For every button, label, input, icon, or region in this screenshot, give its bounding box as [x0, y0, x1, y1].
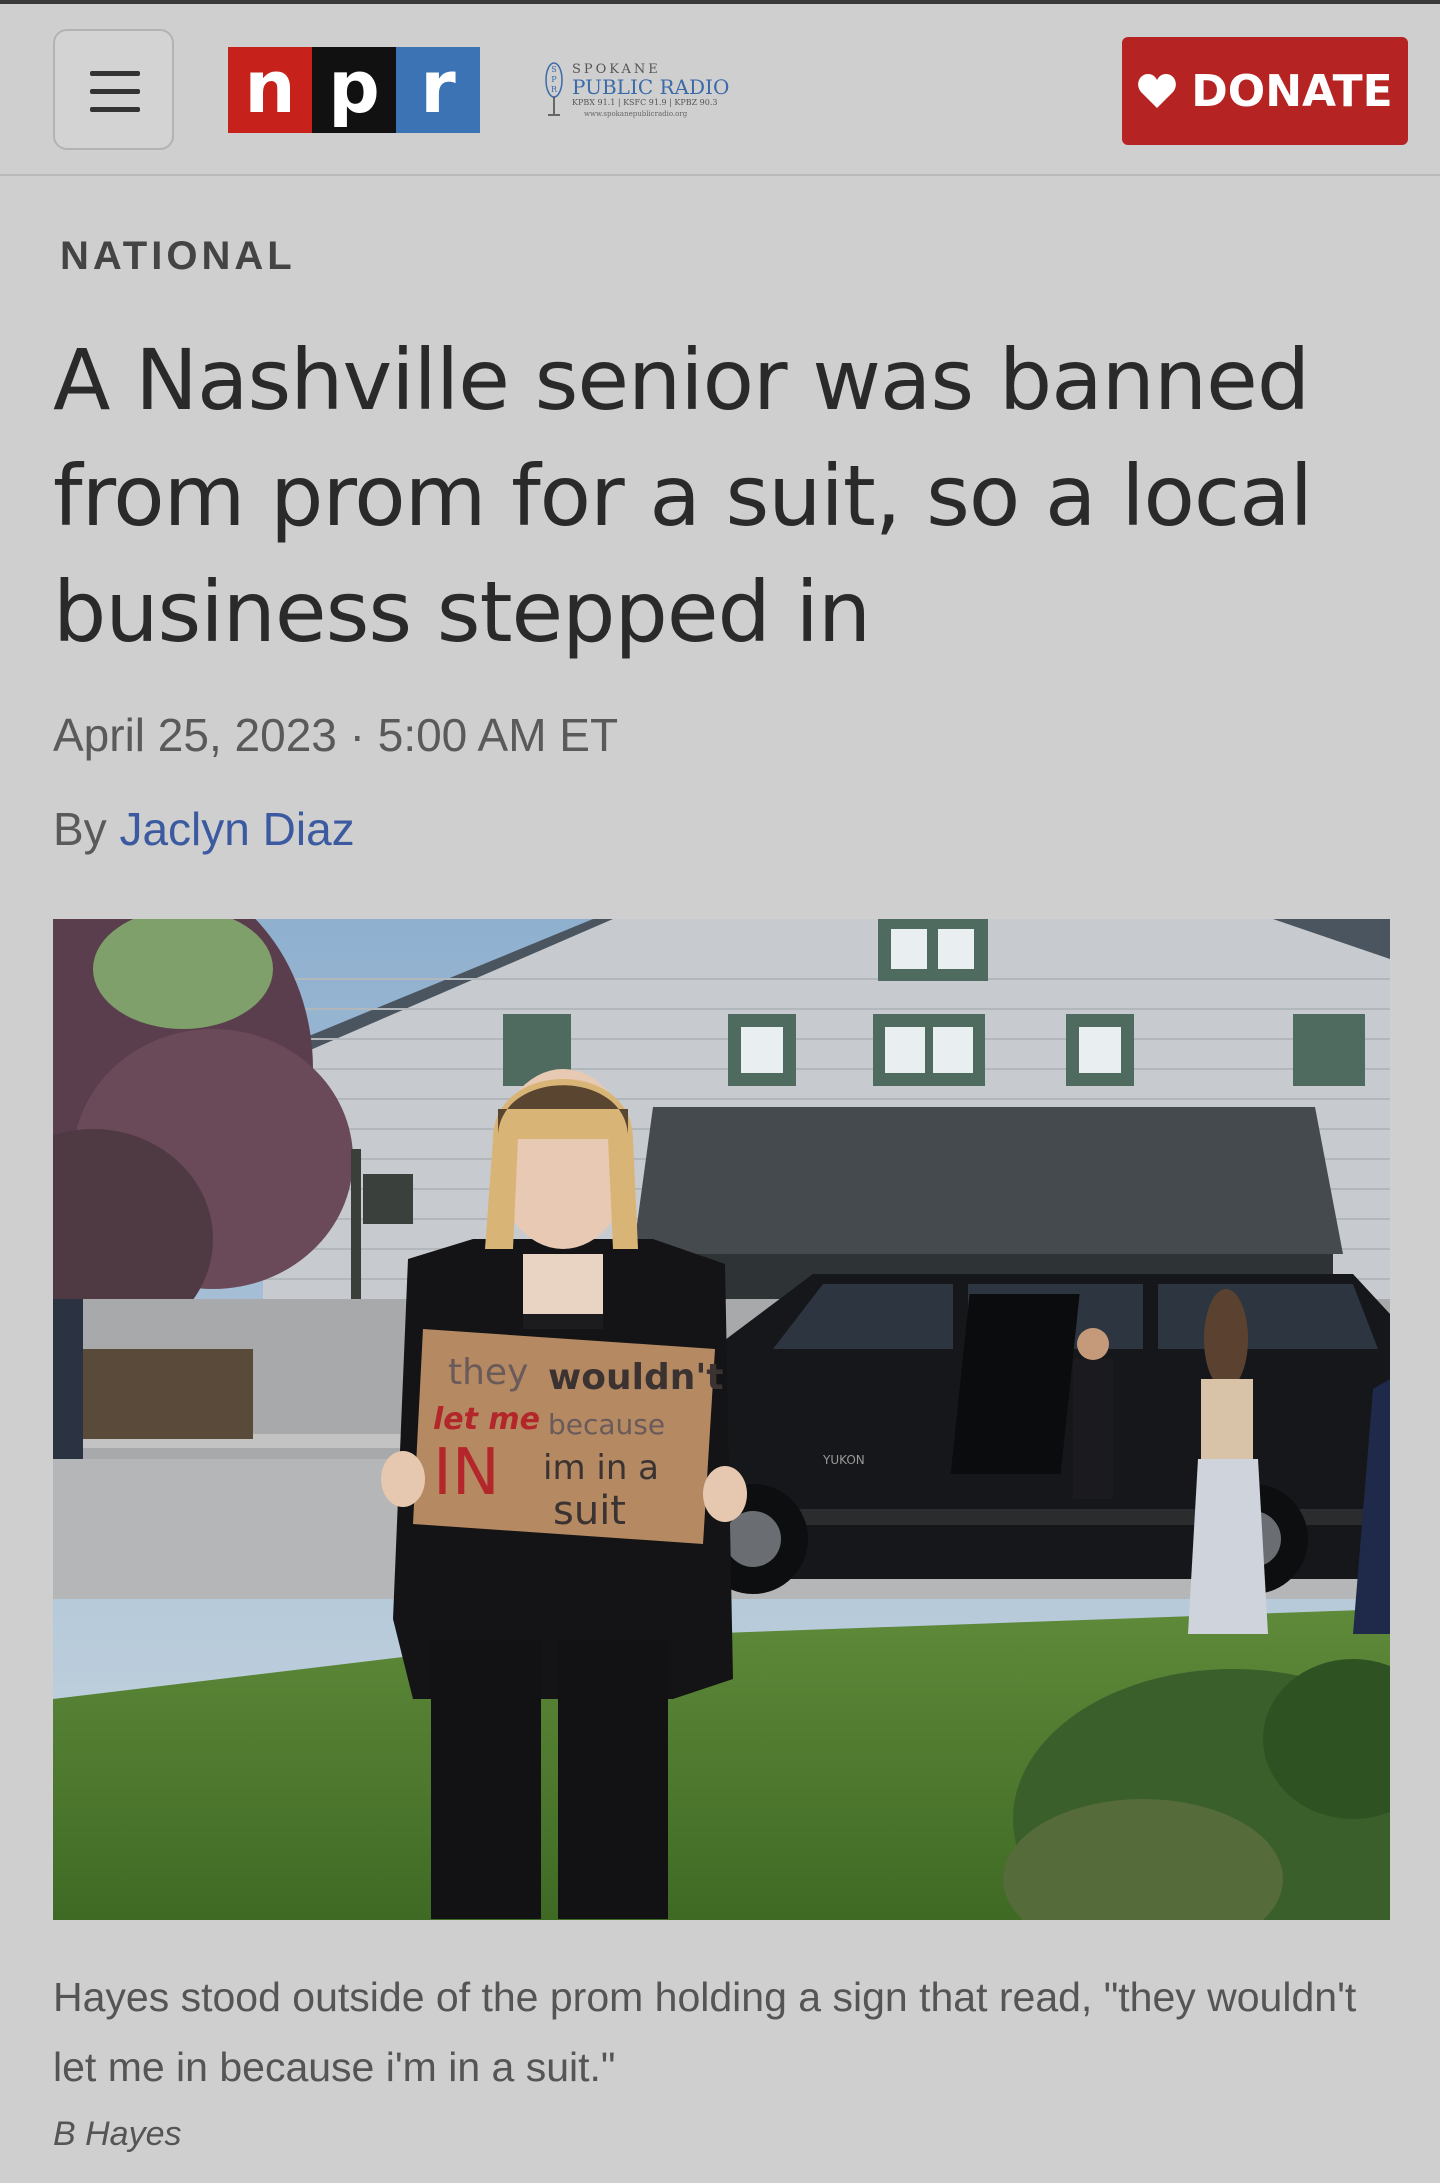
npr-logo-n: n	[228, 47, 312, 133]
hamburger-icon-bar	[90, 89, 140, 94]
donate-label: DONATE	[1191, 65, 1393, 117]
npr-logo[interactable]: n p r	[228, 47, 480, 133]
heart-icon	[1138, 74, 1177, 108]
article-byline: By Jaclyn Diaz	[53, 802, 355, 856]
sign-let-me: let me	[433, 1402, 540, 1437]
station-logo-frequencies: KPBX 91.1 | KSFC 91.9 | KPBZ 90.3	[572, 98, 718, 107]
article-headline: A Nashville senior was banned from prom …	[53, 331, 1313, 661]
station-logo-name: PUBLIC RADIO	[572, 75, 730, 99]
sign-in: IN	[433, 1436, 500, 1510]
station-logo-url: www.spokanepublicradio.org	[584, 110, 688, 118]
station-logo[interactable]: S P R SPOKANE PUBLIC RADIO KPBX 91.1 | K…	[544, 60, 744, 124]
car-badge: YUKON	[822, 1453, 865, 1467]
donate-button[interactable]: DONATE	[1122, 37, 1408, 145]
article-date: April 25, 2023 · 5:00 AM ET	[53, 709, 619, 761]
svg-text:P: P	[551, 75, 557, 84]
sign-because: because	[548, 1408, 665, 1441]
article-photo[interactable]: YUKON they wouldn't let me because IN im…	[53, 919, 1390, 1920]
site-header: n p r S P R SPOKANE PUBLIC RADIO KPBX 91…	[0, 4, 1440, 176]
author-link[interactable]: Jaclyn Diaz	[119, 803, 354, 855]
sign-they: they	[448, 1352, 528, 1393]
hamburger-icon	[90, 71, 140, 76]
photo-illustration: YUKON they wouldn't let me because IN im…	[53, 919, 1390, 1920]
sign-im-in-a: im in a	[543, 1448, 659, 1488]
photo-caption: Hayes stood outside of the prom holding …	[53, 1974, 1357, 2090]
npr-logo-p: p	[312, 47, 396, 133]
sign-suit: suit	[553, 1488, 626, 1534]
menu-button[interactable]	[53, 29, 174, 150]
svg-text:S: S	[551, 65, 556, 74]
svg-text:R: R	[551, 85, 558, 94]
sign-wouldnt: wouldn't	[548, 1357, 724, 1398]
photo-credit: B Hayes	[53, 2115, 182, 2153]
hamburger-icon-bar	[90, 107, 140, 112]
microphone-icon: S P R	[545, 62, 563, 116]
byline-prefix: By	[53, 803, 107, 855]
npr-logo-r: r	[396, 47, 480, 133]
section-label[interactable]: NATIONAL	[60, 234, 296, 279]
